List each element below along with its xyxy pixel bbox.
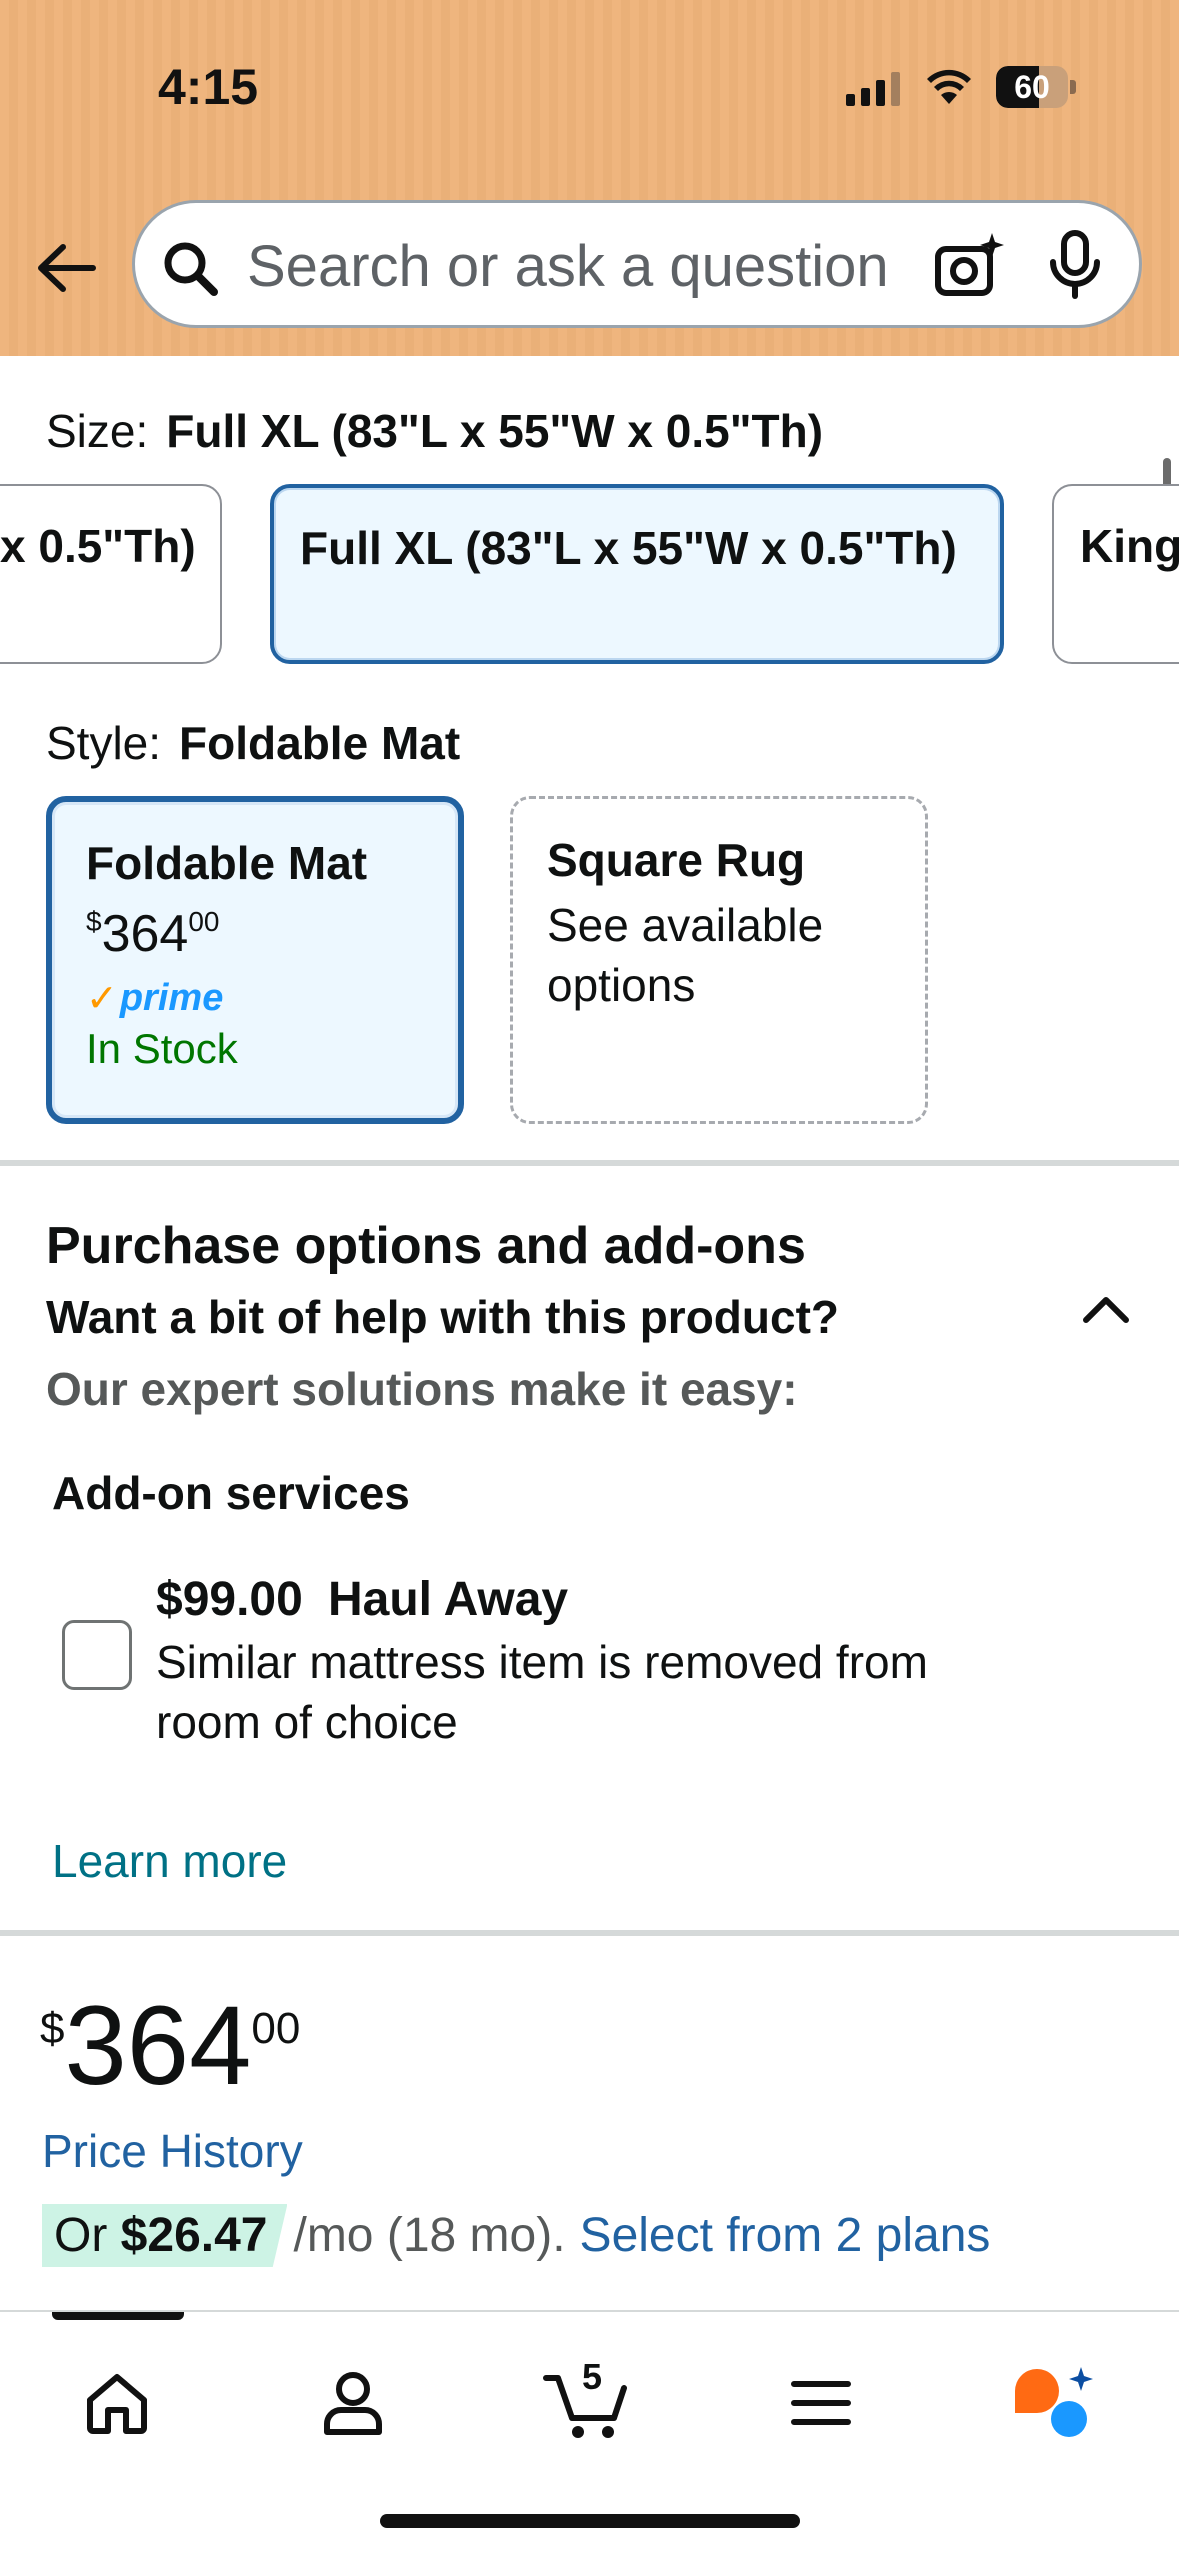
microphone-icon xyxy=(1050,230,1100,299)
section-divider xyxy=(0,1930,1179,1936)
cellular-signal-icon xyxy=(846,72,900,106)
active-tab-indicator xyxy=(52,2312,184,2320)
back-arrow-icon xyxy=(38,244,96,292)
financing-highlight: Or $26.47 xyxy=(42,2204,288,2267)
help-subtitle: Our expert solutions make it easy: xyxy=(46,1363,798,1415)
nav-menu[interactable] xyxy=(766,2348,876,2458)
battery-icon: 60 xyxy=(996,66,1076,108)
help-question: Want a bit of help with this product? xyxy=(46,1291,839,1343)
style-option-title: Square Rug xyxy=(547,834,806,886)
financing-terms: /mo (18 mo). xyxy=(293,2209,566,2262)
battery-level: 60 xyxy=(1014,69,1050,105)
style-option-foldable-mat[interactable]: Foldable Mat $36400 ✓ prime In Stock xyxy=(46,796,464,1124)
size-selection-label: Size: Full XL (83"L x 55"W x 0.5"Th) xyxy=(46,404,823,458)
home-icon xyxy=(87,2374,147,2434)
select-plans-link[interactable]: Select from 2 plans xyxy=(580,2208,991,2263)
size-option-label: King xyxy=(1080,520,1179,572)
wifi-icon xyxy=(927,69,971,104)
style-selected-value: Foldable Mat xyxy=(179,717,461,769)
header: 4:15 60 xyxy=(0,0,1179,356)
search-icon xyxy=(164,242,218,296)
learn-more-link[interactable]: Learn more xyxy=(52,1834,287,1888)
search-input[interactable] xyxy=(247,229,1017,303)
size-option-king[interactable]: King xyxy=(1052,484,1179,664)
style-option-title: Foldable Mat xyxy=(86,837,368,889)
home-indicator xyxy=(380,2514,800,2528)
size-option-label: Full XL (83"L x 55"W x 0.5"Th) xyxy=(300,522,957,574)
nav-rufus[interactable] xyxy=(998,2348,1108,2458)
size-option-queen[interactable]: x 0.5"Th) xyxy=(0,484,222,664)
status-time: 4:15 xyxy=(158,59,259,115)
style-option-price: $36400 xyxy=(86,905,220,963)
addon-services-heading: Add-on services xyxy=(52,1467,410,1519)
addon-description: Similar mattress item is removed from ro… xyxy=(156,1636,928,1748)
style-option-square-rug[interactable]: Square Rug See available options xyxy=(510,796,928,1124)
camera-lens-button[interactable] xyxy=(913,227,1023,307)
style-selection-label: Style: Foldable Mat xyxy=(46,716,460,770)
haul-away-checkbox[interactable] xyxy=(62,1620,132,1690)
price-fraction: 00 xyxy=(251,2004,301,2053)
size-option-label: x 0.5"Th) xyxy=(0,520,196,572)
camera-search-icon xyxy=(935,233,1004,296)
addon-price: $99.00 xyxy=(156,1573,303,1626)
cart-count-badge: 5 xyxy=(582,2356,603,2397)
addon-name: Haul Away xyxy=(328,1573,569,1626)
rufus-assistant-icon xyxy=(1015,2367,1093,2437)
price-history-link[interactable]: Price History xyxy=(42,2124,303,2178)
account-icon xyxy=(324,2372,382,2435)
section-divider xyxy=(0,1160,1179,1166)
prime-check-icon: ✓ xyxy=(86,978,118,1020)
nav-cart[interactable]: 5 xyxy=(532,2348,642,2458)
size-label: Size: xyxy=(46,405,149,457)
back-button[interactable] xyxy=(28,230,104,306)
price-whole: 364 xyxy=(64,1983,252,2108)
product-price: $ 364 00 xyxy=(40,1990,300,2102)
nav-home[interactable] xyxy=(62,2348,172,2458)
financing-offer: Or $26.47 /mo (18 mo). Select from 2 pla… xyxy=(42,2204,990,2267)
voice-search-button[interactable] xyxy=(1035,225,1115,305)
collapse-chevron-up-icon[interactable] xyxy=(1076,1280,1136,1340)
price-symbol: $ xyxy=(40,2004,65,2053)
style-option-subtitle: See available options xyxy=(547,899,824,1011)
style-label: Style: xyxy=(46,717,162,769)
prime-badge: ✓ prime xyxy=(86,977,224,1020)
purchase-options-title: Purchase options and add-ons xyxy=(46,1217,806,1275)
size-selected-value: Full XL (83"L x 55"W x 0.5"Th) xyxy=(166,405,824,457)
size-option-full-xl[interactable]: Full XL (83"L x 55"W x 0.5"Th) xyxy=(270,484,1004,664)
stock-status: In Stock xyxy=(86,1025,238,1072)
nav-account[interactable] xyxy=(298,2348,408,2458)
search-bar[interactable] xyxy=(132,200,1142,328)
menu-icon xyxy=(791,2381,851,2425)
